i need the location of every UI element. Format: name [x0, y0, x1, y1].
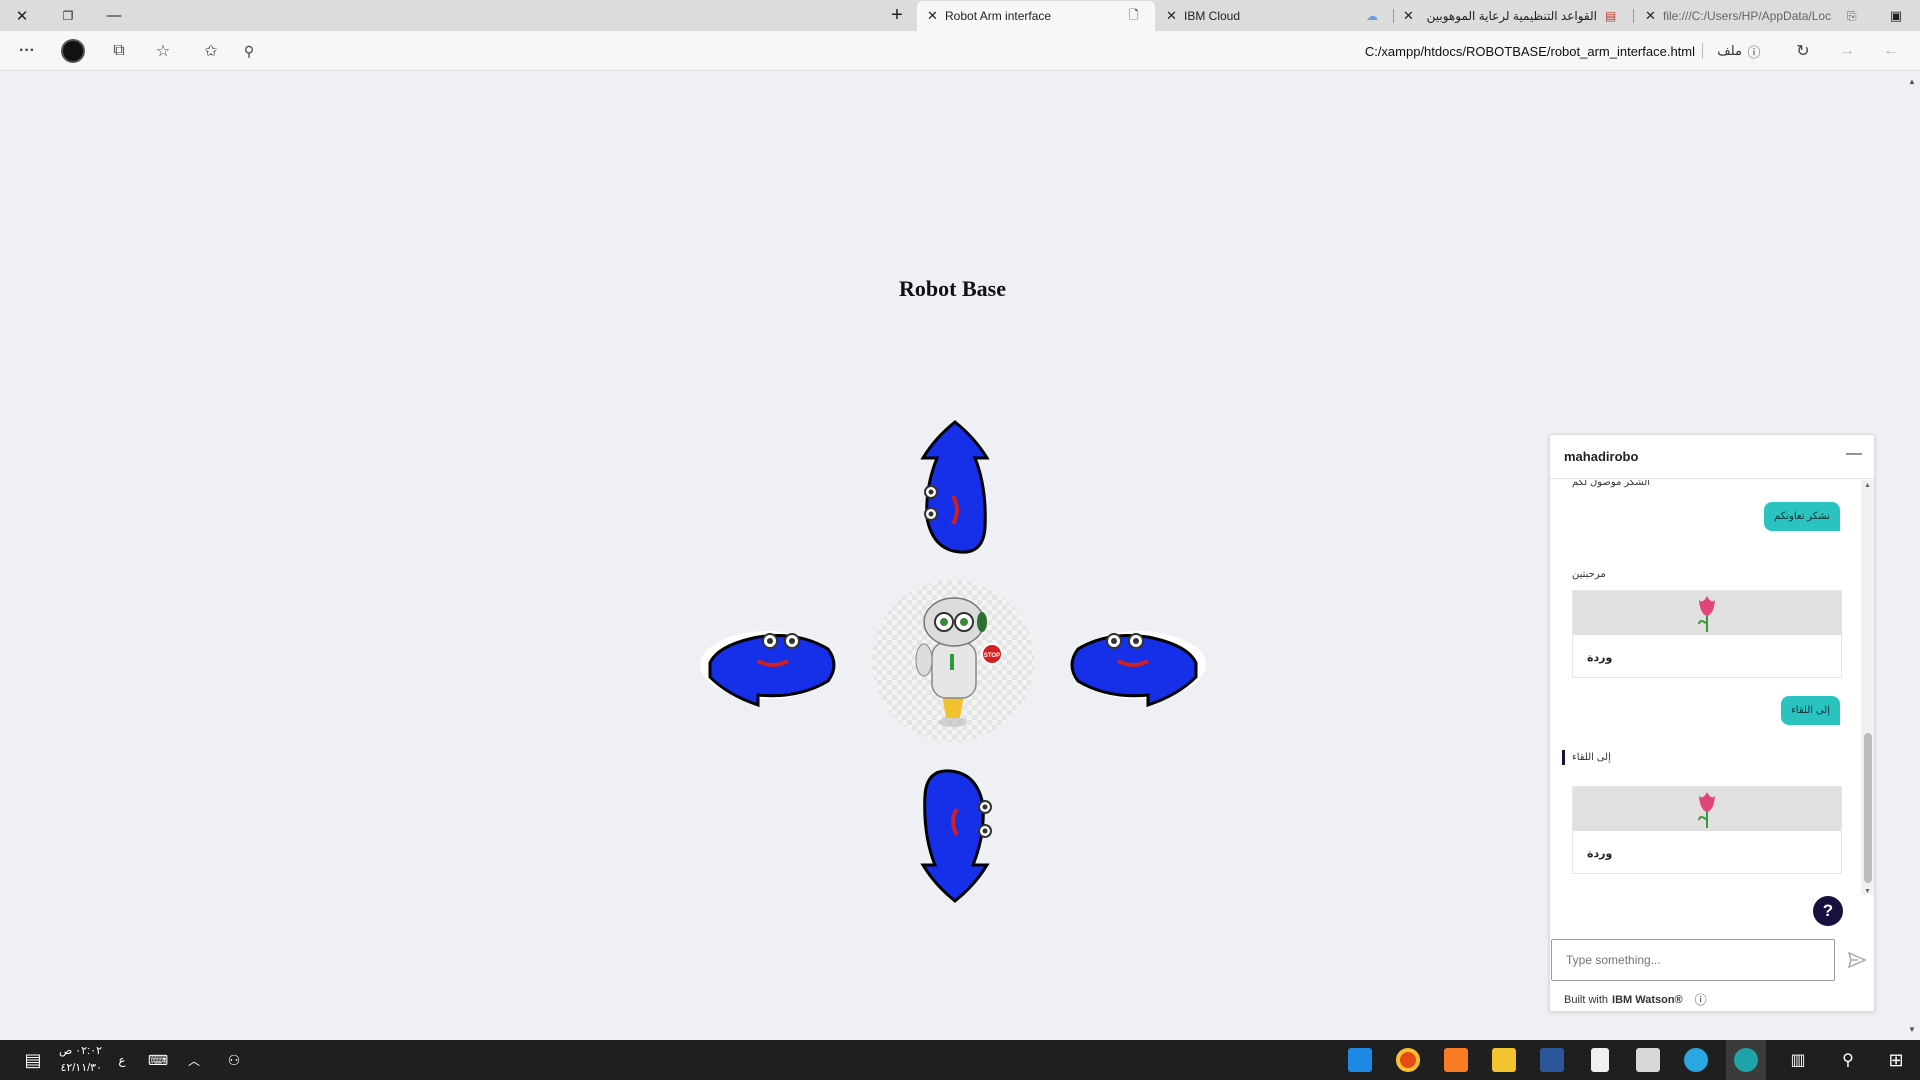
- tab-separator: [1393, 9, 1394, 23]
- chevron-up-icon[interactable]: ︿: [180, 1040, 208, 1080]
- tulip-icon: [1573, 591, 1841, 635]
- tab-separator: [1633, 9, 1634, 23]
- bot-message: إلى اللقاء: [1572, 752, 1611, 763]
- arrow-down-button[interactable]: [905, 765, 1005, 905]
- clock-time: ٠٢:٠٢ ص: [58, 1045, 102, 1057]
- footer-prefix: Built with: [1564, 993, 1609, 1006]
- tulip-icon: [1573, 787, 1841, 831]
- footer-brand: IBM Watson®: [1612, 993, 1683, 1006]
- bot-message: الشكر موصول لكم: [1572, 480, 1651, 488]
- chat-header: mahadirobo —: [1550, 435, 1874, 479]
- taskbar: ▤ ٠٢:٠٢ ص ٤٢/١١/٣٠ ع ⌨ ︿ ⚇ ▥ ⚲ ⊞: [0, 1040, 1920, 1080]
- windows-start-icon[interactable]: ⊞: [1878, 1040, 1914, 1080]
- user-message: نشكر تعاونكم: [1764, 502, 1840, 531]
- tab-title: file:///C:/Users/HP/AppData/Loc: [1663, 9, 1832, 23]
- tab-close-icon[interactable]: ✕: [1403, 8, 1414, 24]
- arrow-left-button[interactable]: [698, 615, 838, 715]
- tab-title: Robot Arm interface: [945, 9, 1052, 23]
- back-icon[interactable]: ←: [1876, 31, 1906, 71]
- refresh-icon[interactable]: ↻: [1788, 31, 1818, 71]
- svg-text:STOP: STOP: [984, 653, 1000, 659]
- browser-titlebar: ✕ ❐ — + ✕ Robot Arm interface 🗋 ✕ IBM Cl…: [0, 0, 1920, 31]
- keyboard-icon[interactable]: ⌨: [144, 1040, 172, 1080]
- tab-ibm-cloud[interactable]: ✕ IBM Cloud ☁: [1160, 1, 1390, 31]
- card-label: وردة: [1587, 848, 1613, 860]
- robot-stop-icon: STOP: [915, 597, 1003, 727]
- info-icon[interactable]: ⓘ: [1742, 31, 1766, 71]
- tab-close-icon[interactable]: ✕: [1166, 8, 1177, 24]
- user-message: إلى اللقاء: [1781, 696, 1840, 725]
- task-view-icon[interactable]: ▥: [1780, 1040, 1816, 1080]
- vscode-icon[interactable]: [1342, 1040, 1378, 1080]
- people-icon[interactable]: ⚇: [220, 1040, 248, 1080]
- internet-explorer-icon[interactable]: [1678, 1040, 1714, 1080]
- info-icon[interactable]: ⓘ: [1695, 991, 1707, 1008]
- address-url[interactable]: C:/xampp/htdocs/ROBOTBASE/robot_arm_inte…: [1365, 31, 1695, 71]
- tab-title: IBM Cloud: [1184, 9, 1241, 23]
- system-clock[interactable]: ٠٢:٠٢ ص ٤٢/١١/٣٠: [52, 1043, 102, 1077]
- bot-card[interactable]: وردة: [1572, 786, 1842, 874]
- bot-card[interactable]: وردة: [1572, 590, 1842, 678]
- file-icon: ⎘: [1847, 8, 1857, 23]
- typing-marker: [1562, 750, 1565, 765]
- more-menu-icon[interactable]: ···: [12, 31, 42, 71]
- page-title: Robot Base: [899, 276, 1006, 301]
- help-button[interactable]: ?: [1813, 896, 1843, 926]
- minimize-window-icon[interactable]: —: [94, 0, 134, 31]
- pdf-icon: ▤: [1605, 9, 1617, 23]
- close-window-icon[interactable]: ✕: [2, 0, 42, 31]
- restore-window-icon[interactable]: ❐: [48, 0, 88, 31]
- chrome-icon[interactable]: [1390, 1040, 1426, 1080]
- clock-date: ٤٢/١١/٣٠: [60, 1062, 102, 1074]
- arrow-right-button[interactable]: [1068, 615, 1208, 715]
- tab-robot-arm[interactable]: ✕ Robot Arm interface 🗋: [917, 1, 1155, 31]
- minimize-chat-icon[interactable]: —: [1846, 445, 1862, 463]
- file-explorer-icon[interactable]: [1486, 1040, 1522, 1080]
- profile-avatar[interactable]: [58, 31, 88, 71]
- arrow-up-button[interactable]: [905, 418, 1005, 558]
- chat-input[interactable]: [1551, 939, 1835, 981]
- tab-file[interactable]: ✕ file:///C:/Users/HP/AppData/Loc ⎘: [1637, 1, 1867, 31]
- add-favorite-icon[interactable]: ✩: [196, 31, 226, 71]
- chat-messages: الشكر موصول لكم نشكر تعاونكم مرحبتين ورد…: [1550, 480, 1860, 895]
- favorites-icon[interactable]: ☆: [148, 31, 178, 71]
- chat-footer: Built with IBM Watson® ⓘ: [1564, 991, 1707, 1008]
- word-icon[interactable]: [1534, 1040, 1570, 1080]
- cloud-icon: ☁: [1366, 9, 1378, 23]
- store-icon[interactable]: [1630, 1040, 1666, 1080]
- document-icon[interactable]: [1582, 1040, 1618, 1080]
- tab-close-icon[interactable]: ✕: [1645, 8, 1656, 24]
- notifications-icon[interactable]: ▤: [18, 1040, 48, 1080]
- bot-message: مرحبتين: [1572, 569, 1606, 580]
- tab-actions-icon[interactable]: ▣: [1876, 0, 1916, 31]
- chat-scroll-thumb[interactable]: [1864, 733, 1872, 883]
- tab-close-icon[interactable]: ✕: [927, 8, 938, 24]
- address-prefix: ملف: [1717, 43, 1742, 58]
- address-separator: [1702, 43, 1703, 59]
- page-icon: 🗋: [1129, 7, 1139, 22]
- send-icon[interactable]: [1846, 949, 1868, 971]
- chat-bot-name: mahadirobo: [1564, 449, 1639, 464]
- language-indicator[interactable]: ع: [112, 1040, 132, 1080]
- stop-robot-button[interactable]: STOP: [872, 580, 1034, 742]
- card-label: وردة: [1587, 652, 1613, 664]
- chat-scrollbar[interactable]: ▲ ▼: [1861, 480, 1874, 895]
- collections-icon[interactable]: ⧉: [104, 31, 134, 71]
- tab-pdf-rules[interactable]: ✕ القواعد التنظيمية لرعاية الموهوبين ▤: [1397, 1, 1627, 31]
- zoom-icon[interactable]: ⚲: [234, 31, 264, 71]
- tab-title: القواعد التنظيمية لرعاية الموهوبين: [1427, 9, 1597, 23]
- address-bar-row: ··· ⧉ ☆ ✩ ⚲ C:/xampp/htdocs/ROBOTBASE/ro…: [0, 31, 1920, 71]
- edge-icon[interactable]: [1726, 1040, 1766, 1080]
- xampp-icon[interactable]: [1438, 1040, 1474, 1080]
- search-icon[interactable]: ⚲: [1830, 1040, 1866, 1080]
- page-scrollbar[interactable]: ▲ ▼: [1905, 71, 1920, 1040]
- forward-icon[interactable]: →: [1832, 31, 1862, 71]
- new-tab-icon[interactable]: +: [877, 0, 917, 31]
